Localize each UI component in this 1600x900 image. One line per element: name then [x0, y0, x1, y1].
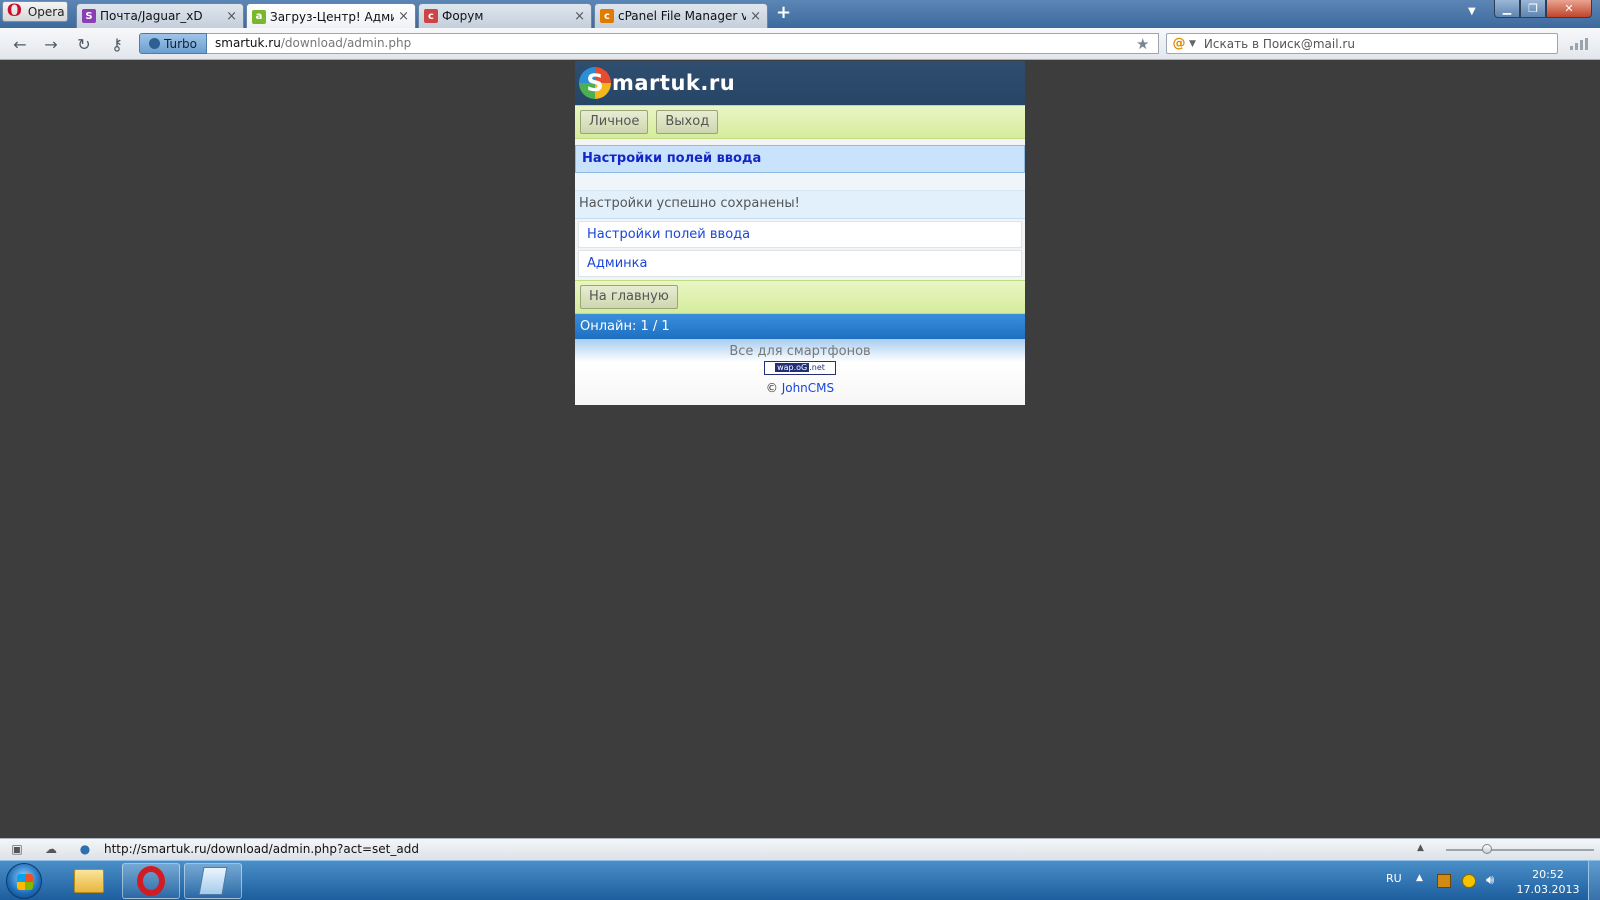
- windows-logo-icon: [17, 874, 33, 890]
- user-menu-bar: Личное Выход: [575, 105, 1025, 139]
- zoom-slider[interactable]: [1446, 849, 1594, 851]
- windows-taskbar: RU ▲ 🔊︎ 20:52 17.03.2013: [0, 860, 1600, 900]
- bottom-menu-bar: На главную: [575, 280, 1025, 314]
- reload-icon[interactable]: ↻: [73, 34, 95, 54]
- taskbar-opera[interactable]: [122, 863, 180, 899]
- badge-right-text: .net: [809, 363, 825, 372]
- close-icon[interactable]: ×: [398, 9, 409, 24]
- site-logo-icon[interactable]: S: [579, 67, 611, 99]
- clock-date: 17.03.2013: [1516, 883, 1580, 896]
- tray-expand-icon[interactable]: ▲: [1416, 873, 1423, 883]
- network-warning-icon[interactable]: [1462, 874, 1476, 888]
- turbo-button[interactable]: Turbo: [139, 33, 207, 54]
- tab-mail[interactable]: S Почта/Jaguar_xD ×: [76, 3, 244, 28]
- tab-download-center[interactable]: a Загруз-Центр! Админ... ×: [246, 3, 416, 29]
- clock-time: 20:52: [1532, 868, 1564, 881]
- url-path: /download/admin.php: [280, 36, 412, 50]
- turbo-label: Turbo: [163, 36, 197, 51]
- folder-icon: [74, 869, 104, 893]
- tab-menu-icon[interactable]: ▼: [1468, 6, 1476, 17]
- clock[interactable]: 20:52 17.03.2013: [1513, 867, 1583, 897]
- back-arrow-icon[interactable]: ←: [9, 34, 31, 54]
- search-placeholder: Искать в Поиск@mail.ru: [1203, 36, 1355, 51]
- bookmark-star-icon[interactable]: ★: [1136, 35, 1149, 53]
- input-fields-settings-link[interactable]: Настройки полей ввода: [578, 221, 1022, 248]
- minimize-button[interactable]: ▁: [1494, 0, 1520, 18]
- admin-panel-link[interactable]: Админка: [578, 250, 1022, 277]
- close-window-button[interactable]: ✕: [1546, 0, 1592, 18]
- opera-logo-icon: O: [7, 1, 22, 21]
- copyright: © JohnCMS: [575, 381, 1025, 395]
- turbo-icon: [148, 38, 160, 49]
- personal-button[interactable]: Личное: [580, 110, 649, 134]
- home-button[interactable]: На главную: [580, 285, 678, 309]
- divider: [575, 173, 1025, 191]
- cpanel-icon: c: [600, 9, 614, 23]
- opera-icon: [137, 866, 165, 896]
- cms-icon: c: [424, 9, 438, 23]
- opera-menu-label: Opera: [27, 4, 65, 19]
- site-logo-text[interactable]: martuk.ru: [612, 71, 735, 95]
- address-toolbar: ← → ↻ ⚷ Turbo smartuk.ru/download/admin.…: [0, 28, 1600, 60]
- success-message: Настройки успешно сохранены!: [575, 191, 1025, 219]
- turbo-status-icon[interactable]: ●: [78, 843, 92, 855]
- web-page: S martuk.ru Личное Выход Настройки полей…: [575, 61, 1025, 405]
- site-footer: Все для смартфонов wap.oG .net © JohnCMS: [575, 339, 1025, 405]
- close-icon[interactable]: ×: [574, 9, 585, 24]
- key-icon[interactable]: ⚷: [105, 34, 129, 54]
- notepad-icon: [198, 867, 228, 895]
- logout-button[interactable]: Выход: [656, 110, 719, 134]
- chevron-up-icon[interactable]: ▲: [1417, 843, 1424, 853]
- url-host: smartuk.ru: [215, 36, 281, 50]
- close-icon[interactable]: ×: [750, 9, 761, 24]
- browser-tab-bar: O Opera S Почта/Jaguar_xD × a Загруз-Цен…: [0, 0, 1600, 29]
- tab-label: Форум: [442, 9, 484, 23]
- s-icon: S: [82, 9, 96, 23]
- status-url: http://smartuk.ru/download/admin.php?act…: [104, 842, 419, 856]
- close-icon[interactable]: ×: [226, 9, 237, 24]
- chevron-down-icon[interactable]: ▼: [1189, 39, 1196, 49]
- tab-label: Загруз-Центр! Админ...: [270, 9, 394, 24]
- mail-search-icon[interactable]: @: [1171, 36, 1187, 52]
- start-button[interactable]: [6, 863, 42, 899]
- show-desktop-button[interactable]: [1588, 861, 1600, 900]
- badge-left-text: wap.oG: [775, 363, 810, 372]
- online-counter[interactable]: Онлайн: 1 / 1: [575, 314, 1025, 339]
- taskbar-notepad[interactable]: [184, 863, 242, 899]
- opera-menu-button[interactable]: O Opera: [2, 1, 68, 22]
- johncms-link[interactable]: JohnCMS: [782, 381, 834, 395]
- tab-forum[interactable]: c Форум ×: [418, 3, 592, 28]
- footer-text: Все для смартфонов: [729, 344, 871, 359]
- zoom-slider-thumb[interactable]: [1482, 844, 1493, 854]
- tab-label: cPanel File Manager v3: [618, 9, 747, 23]
- counter-badge[interactable]: wap.oG .net: [764, 361, 836, 375]
- maximize-button[interactable]: ❐: [1520, 0, 1546, 18]
- tab-cpanel[interactable]: c cPanel File Manager v3 ×: [594, 3, 768, 28]
- tray-app-icon[interactable]: [1437, 874, 1451, 888]
- panel-toggle-icon[interactable]: ▣: [10, 843, 24, 855]
- address-input[interactable]: smartuk.ru/download/admin.php: [207, 33, 1159, 54]
- signal-icon: [1570, 38, 1588, 50]
- cloud-icon[interactable]: ☁: [44, 843, 58, 855]
- volume-icon[interactable]: 🔊︎: [1486, 874, 1500, 888]
- new-tab-button[interactable]: +: [776, 3, 791, 23]
- site-header: S martuk.ru: [575, 61, 1025, 105]
- page-title: Настройки полей ввода: [575, 145, 1025, 173]
- android-icon: a: [252, 9, 266, 24]
- taskbar-explorer[interactable]: [60, 863, 118, 899]
- search-input[interactable]: @ ▼ Искать в Поиск@mail.ru: [1166, 33, 1558, 54]
- copyright-sign: ©: [765, 381, 778, 395]
- forward-arrow-icon[interactable]: →: [40, 34, 62, 54]
- language-indicator[interactable]: RU: [1386, 872, 1402, 885]
- tab-label: Почта/Jaguar_xD: [100, 9, 203, 23]
- browser-status-bar: ▣ ☁ ● http://smartuk.ru/download/admin.p…: [0, 838, 1600, 860]
